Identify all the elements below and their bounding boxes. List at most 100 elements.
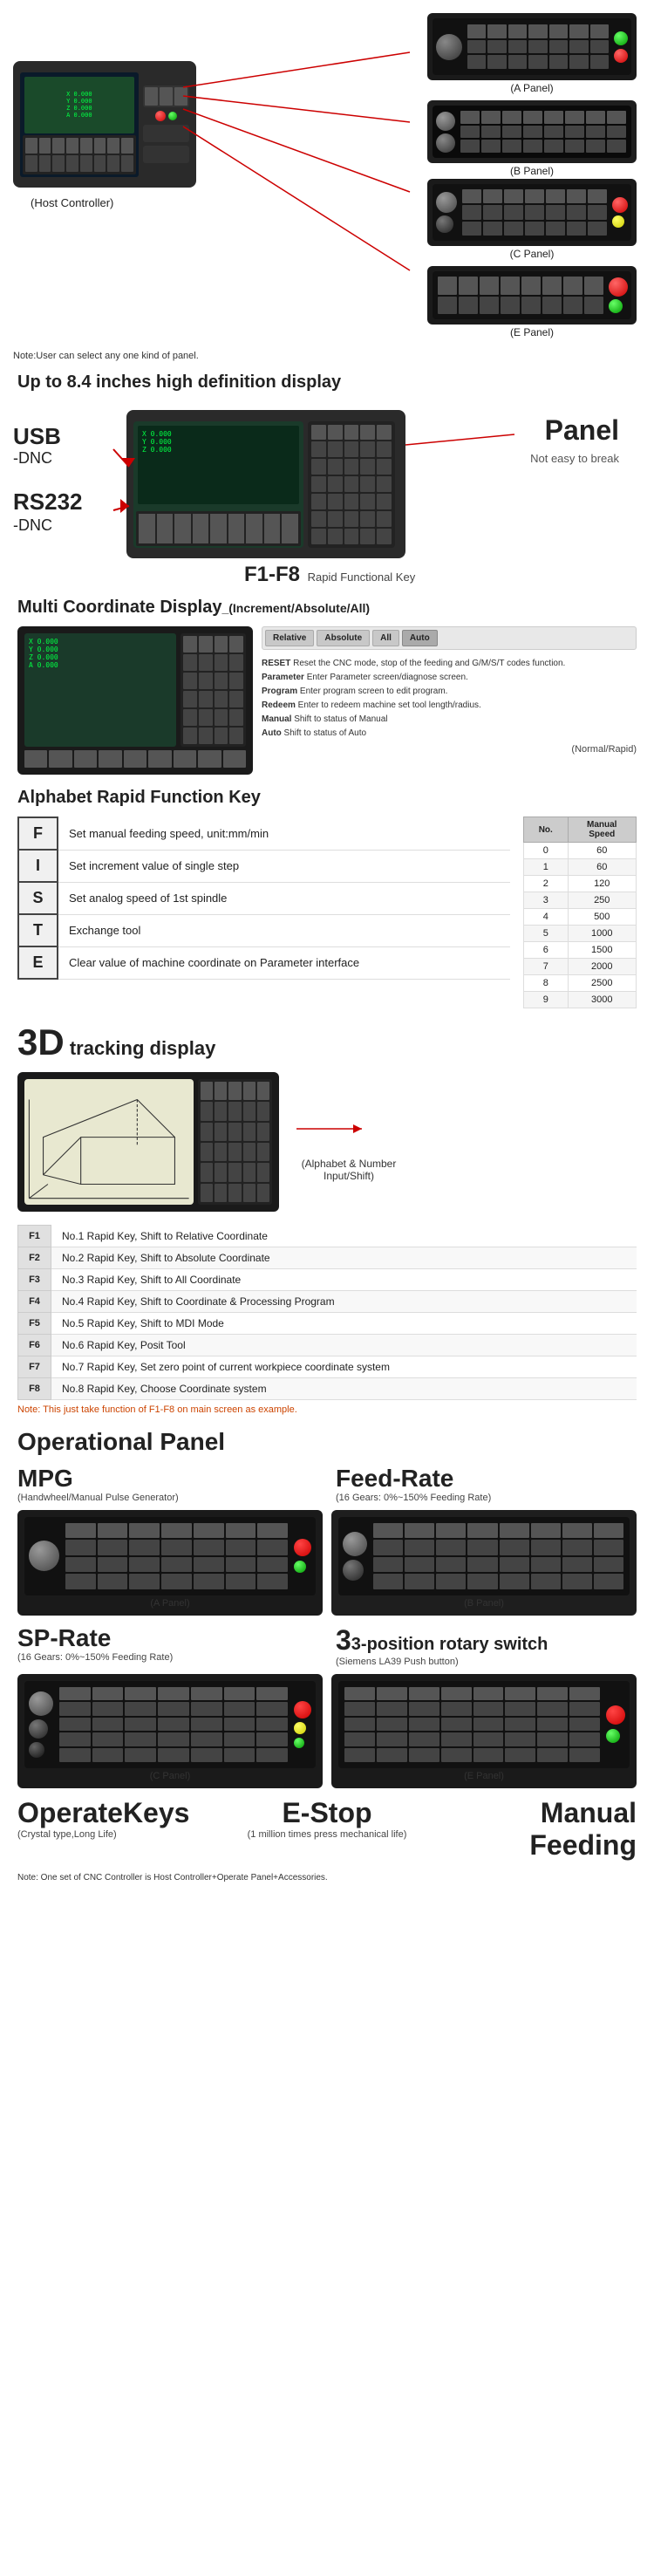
f-key-desc: No.8 Rapid Key, Choose Coordinate system	[51, 1377, 637, 1399]
alphabet-key-desc: Set increment value of single step	[58, 850, 510, 882]
multi-coord-title: Multi Coordinate Display_(Increment/Abso…	[17, 598, 637, 618]
sprate-feature: SP-Rate (16 Gears: 0%~150% Feeding Rate)	[17, 1624, 318, 1667]
speed-val: 3000	[568, 992, 637, 1008]
op-panel-b-inner	[338, 1517, 630, 1595]
f-key-desc: No.7 Rapid Key, Set zero point of curren…	[51, 1356, 637, 1377]
f1f8-label: F1-F8	[244, 563, 300, 586]
rotary-feature: 33-position rotary switch (Siemens LA39 …	[336, 1624, 637, 1667]
speed-no: 7	[524, 959, 569, 975]
alphabet-key-row: F Set manual feeding speed, unit:mm/min	[18, 817, 510, 850]
rs232-sub-label: -DNC	[13, 516, 52, 535]
speed-val: 1000	[568, 926, 637, 942]
panel-c-inner	[433, 184, 631, 241]
normal-rapid-label: (Normal/Rapid)	[262, 744, 637, 755]
speed-no: 5	[524, 926, 569, 942]
multi-coord-section: Multi Coordinate Display_(Increment/Abso…	[0, 593, 654, 783]
f-key-desc: No.4 Rapid Key, Shift to Coordinate & Pr…	[51, 1290, 637, 1312]
alphabet-key-row: T Exchange tool	[18, 914, 510, 946]
mpg-feature: MPG (Handwheel/Manual Pulse Generator)	[17, 1465, 318, 1503]
rotary-sub: (Siemens LA39 Push button)	[336, 1657, 637, 1667]
panel-a-label: (A Panel)	[427, 82, 637, 94]
speed-no: 8	[524, 975, 569, 992]
f-key-desc: No.6 Rapid Key, Posit Tool	[51, 1334, 637, 1356]
op-panel-c-box: (C Panel)	[17, 1674, 323, 1788]
panel-e-box	[427, 266, 637, 325]
panel-not-easy-label: Not easy to break	[530, 452, 619, 465]
speed-no: 6	[524, 942, 569, 959]
f1f8-section: F1-F8 Rapid Functional Key	[244, 563, 415, 587]
op-features-row1: MPG (Handwheel/Manual Pulse Generator) F…	[17, 1465, 637, 1503]
panel-e-inner	[433, 271, 631, 319]
3d-sketch	[24, 1079, 194, 1205]
speed-col-speed: ManualSpeed	[568, 817, 637, 843]
op-panel-e-label: (E Panel)	[338, 1771, 630, 1781]
operate-keys-sub: (Crystal type,Long Life)	[17, 1829, 224, 1840]
usb-sub-label: -DNC	[13, 449, 52, 468]
estop-title: E-Stop	[224, 1797, 431, 1829]
multi-coord-content: X 0.000Y 0.000Z 0.000A 0.000	[17, 626, 637, 775]
panel-e-label: (E Panel)	[427, 326, 637, 338]
bottom-labels-row: OperateKeys (Crystal type,Long Life) E-S…	[17, 1797, 637, 1862]
speed-no: 4	[524, 909, 569, 926]
speed-val: 2000	[568, 959, 637, 975]
f-key-label: F4	[18, 1290, 51, 1312]
top-section: X 0.000Y 0.000Z 0.000A 0.000	[0, 9, 654, 349]
cnc-display-box: X 0.000Y 0.000Z 0.000A 0.000	[17, 626, 253, 775]
tracking-input-label: (Alphabet & NumberInput/Shift)	[292, 1158, 405, 1182]
coord-right-section: Relative Absolute All Auto RESET Reset t…	[262, 626, 637, 755]
f-key-row: F2 No.2 Rapid Key, Shift to Absolute Coo…	[18, 1247, 637, 1268]
speed-row: 8 2500	[524, 975, 637, 992]
alphabet-key-letter: S	[18, 882, 58, 914]
manual-speed-section: No. ManualSpeed 0 60 1 60 2 120 3 250 4 …	[523, 817, 637, 1008]
f-key-row: F1 No.1 Rapid Key, Shift to Relative Coo…	[18, 1226, 637, 1247]
display-feature-title: Up to 8.4 inches high definition display	[17, 372, 637, 393]
f-key-section: F1 No.1 Rapid Key, Shift to Relative Coo…	[0, 1220, 654, 1424]
speed-row: 4 500	[524, 909, 637, 926]
alphabet-key-row: S Set analog speed of 1st spindle	[18, 882, 510, 914]
tracking-section: 3D tracking display	[0, 1017, 654, 1220]
f-note: Note: This just take function of F1-F8 o…	[17, 1400, 637, 1419]
coord-button-row: Relative Absolute All Auto	[262, 626, 637, 650]
mpg-sub: (Handwheel/Manual Pulse Generator)	[17, 1493, 318, 1503]
host-controller-image: X 0.000Y 0.000Z 0.000A 0.000	[13, 61, 196, 188]
host-controller-label: (Host Controller)	[31, 196, 113, 209]
alphabet-keys-table: F Set manual feeding speed, unit:mm/min …	[17, 817, 510, 980]
feedrate-feature: Feed-Rate (16 Gears: 0%~150% Feeding Rat…	[336, 1465, 637, 1503]
speed-row: 7 2000	[524, 959, 637, 975]
op-panel-c-label: (C Panel)	[24, 1771, 316, 1781]
op-features-row2: SP-Rate (16 Gears: 0%~150% Feeding Rate)…	[17, 1624, 637, 1667]
alphabet-key-letter: E	[18, 946, 58, 979]
speed-row: 0 60	[524, 843, 637, 859]
coord-key-desc: RESET Reset the CNC mode, stop of the fe…	[262, 657, 637, 741]
op-panel-b-label: (B Panel)	[338, 1598, 630, 1609]
speed-no: 0	[524, 843, 569, 859]
mpg-title: MPG	[17, 1465, 318, 1493]
alphabet-key-desc: Exchange tool	[58, 914, 510, 946]
operate-keys-section: OperateKeys (Crystal type,Long Life)	[17, 1797, 224, 1862]
op-panel-a-box: (A Panel)	[17, 1510, 323, 1616]
alphabet-key-desc: Set manual feeding speed, unit:mm/min	[58, 817, 510, 850]
panel-b-box	[427, 100, 637, 163]
alphabet-key-letter: T	[18, 914, 58, 946]
panel-a-container: (A Panel)	[427, 13, 637, 94]
tracking-right-label: (Alphabet & NumberInput/Shift)	[292, 1103, 405, 1182]
panel-a-box	[427, 13, 637, 80]
operational-title: Operational Panel	[17, 1428, 637, 1456]
f-key-label: F7	[18, 1356, 51, 1377]
tracking-arrow	[292, 1103, 405, 1155]
speed-val: 120	[568, 876, 637, 892]
panel-b-label: (B Panel)	[427, 165, 637, 177]
rotary-title: 33-position rotary switch	[336, 1624, 637, 1657]
manual-feeding-section: ManualFeeding	[430, 1797, 637, 1862]
op-panel-e-inner	[338, 1681, 630, 1768]
alphabet-key-desc: Clear value of machine coordinate on Par…	[58, 946, 510, 979]
f-key-label: F6	[18, 1334, 51, 1356]
f-key-label: F3	[18, 1268, 51, 1290]
op-panel-c-inner	[24, 1681, 316, 1768]
f-key-row: F4 No.4 Rapid Key, Shift to Coordinate &…	[18, 1290, 637, 1312]
f-key-label: F1	[18, 1226, 51, 1247]
op-panel-a-inner	[24, 1517, 316, 1595]
panel-e-container: (E Panel)	[427, 266, 637, 338]
f-key-row: F3 No.3 Rapid Key, Shift to All Coordina…	[18, 1268, 637, 1290]
estop-sub: (1 million times press mechanical life)	[224, 1829, 431, 1840]
